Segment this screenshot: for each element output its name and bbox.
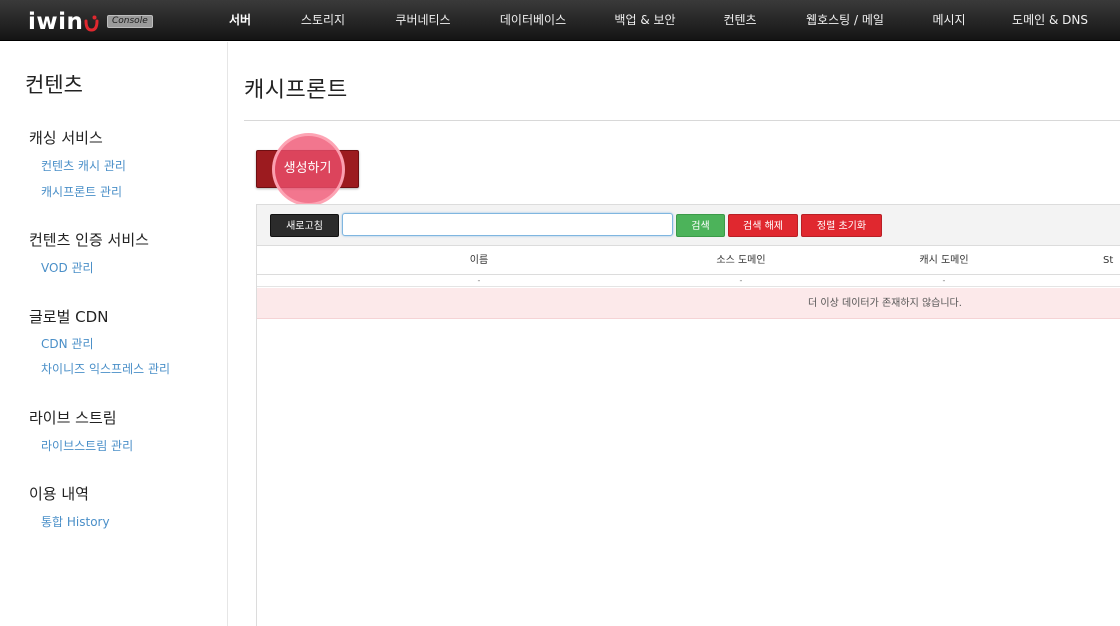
table-header: 이름 소스 도메인 캐시 도메인 St — [257, 247, 1120, 275]
create-button-label[interactable]: 생성하기 — [256, 150, 359, 188]
column-header-cache-domain[interactable]: 캐시 도메인 — [919, 247, 968, 275]
sidebar-item-content-cache[interactable]: 컨텐츠 캐시 관리 — [41, 157, 126, 174]
menu-webhosting-mail[interactable]: 웹호스팅 / 메일 — [806, 0, 884, 41]
top-navigation-bar: iwin Console 서버 스토리지 쿠버네티스 데이터베이스 백업 & 보… — [0, 0, 1120, 41]
filter-source-domain[interactable]: - — [740, 277, 743, 285]
sidebar-item-chinese-express[interactable]: 차이니즈 익스프레스 관리 — [41, 360, 170, 377]
empty-message: 더 이상 데이터가 존재하지 않습니다. — [808, 298, 962, 309]
menu-message[interactable]: 메시지 — [932, 0, 965, 41]
sidebar-item-cachefront[interactable]: 캐시프론트 관리 — [41, 183, 122, 200]
column-header-name[interactable]: 이름 — [470, 247, 488, 275]
sidebar-item-cdn[interactable]: CDN 관리 — [41, 335, 94, 352]
sidebar-item-vod[interactable]: VOD 관리 — [41, 259, 94, 276]
menu-domain-dns[interactable]: 도메인 & DNS — [1012, 0, 1088, 41]
filter-cache-domain[interactable]: - — [943, 277, 946, 285]
list-toolbar: 새로고침 검색 검색 해제 정렬 초기화 — [257, 205, 1120, 246]
search-input[interactable] — [342, 213, 673, 236]
menu-database[interactable]: 데이터베이스 — [500, 0, 566, 41]
main-menu: 서버 스토리지 쿠버네티스 데이터베이스 백업 & 보안 컨텐츠 웹호스팅 / … — [0, 0, 1120, 41]
page-title: 캐시프론트 — [244, 78, 348, 103]
search-button[interactable]: 검색 — [676, 214, 725, 237]
title-divider — [244, 120, 1120, 121]
refresh-button[interactable]: 새로고침 — [270, 214, 339, 237]
clear-search-button[interactable]: 검색 해제 — [728, 214, 798, 237]
column-header-source-domain[interactable]: 소스 도메인 — [716, 247, 765, 275]
sidebar-group-usage: 이용 내역 — [29, 485, 89, 503]
menu-backup-security[interactable]: 백업 & 보안 — [614, 0, 675, 41]
menu-contents[interactable]: 컨텐츠 — [723, 0, 756, 41]
filter-name[interactable]: - — [478, 277, 481, 285]
filter-row: - - - — [257, 276, 1120, 287]
sidebar-group-auth: 컨텐츠 인증 서비스 — [29, 231, 149, 249]
sidebar-item-livestream[interactable]: 라이브스트림 관리 — [41, 437, 133, 454]
menu-server[interactable]: 서버 — [229, 0, 251, 41]
menu-kubernetes[interactable]: 쿠버네티스 — [395, 0, 450, 41]
sidebar-group-global-cdn: 글로벌 CDN — [29, 308, 109, 326]
sidebar-group-caching: 캐싱 서비스 — [29, 129, 103, 147]
empty-table-row: 더 이상 데이터가 존재하지 않습니다. — [257, 288, 1120, 319]
menu-storage[interactable]: 스토리지 — [301, 0, 345, 41]
reset-sort-button[interactable]: 정렬 초기화 — [801, 214, 882, 237]
list-panel: 새로고침 검색 검색 해제 정렬 초기화 이름 소스 도메인 캐시 도메인 St… — [256, 204, 1120, 626]
column-header-status[interactable]: St — [1103, 247, 1113, 275]
sidebar-group-live-stream: 라이브 스트림 — [29, 409, 117, 427]
sidebar: 컨텐츠 캐싱 서비스 컨텐츠 캐시 관리 캐시프론트 관리 컨텐츠 인증 서비스… — [0, 42, 228, 626]
sidebar-title: 컨텐츠 — [25, 73, 83, 97]
sidebar-item-history[interactable]: 통합 History — [41, 513, 110, 530]
